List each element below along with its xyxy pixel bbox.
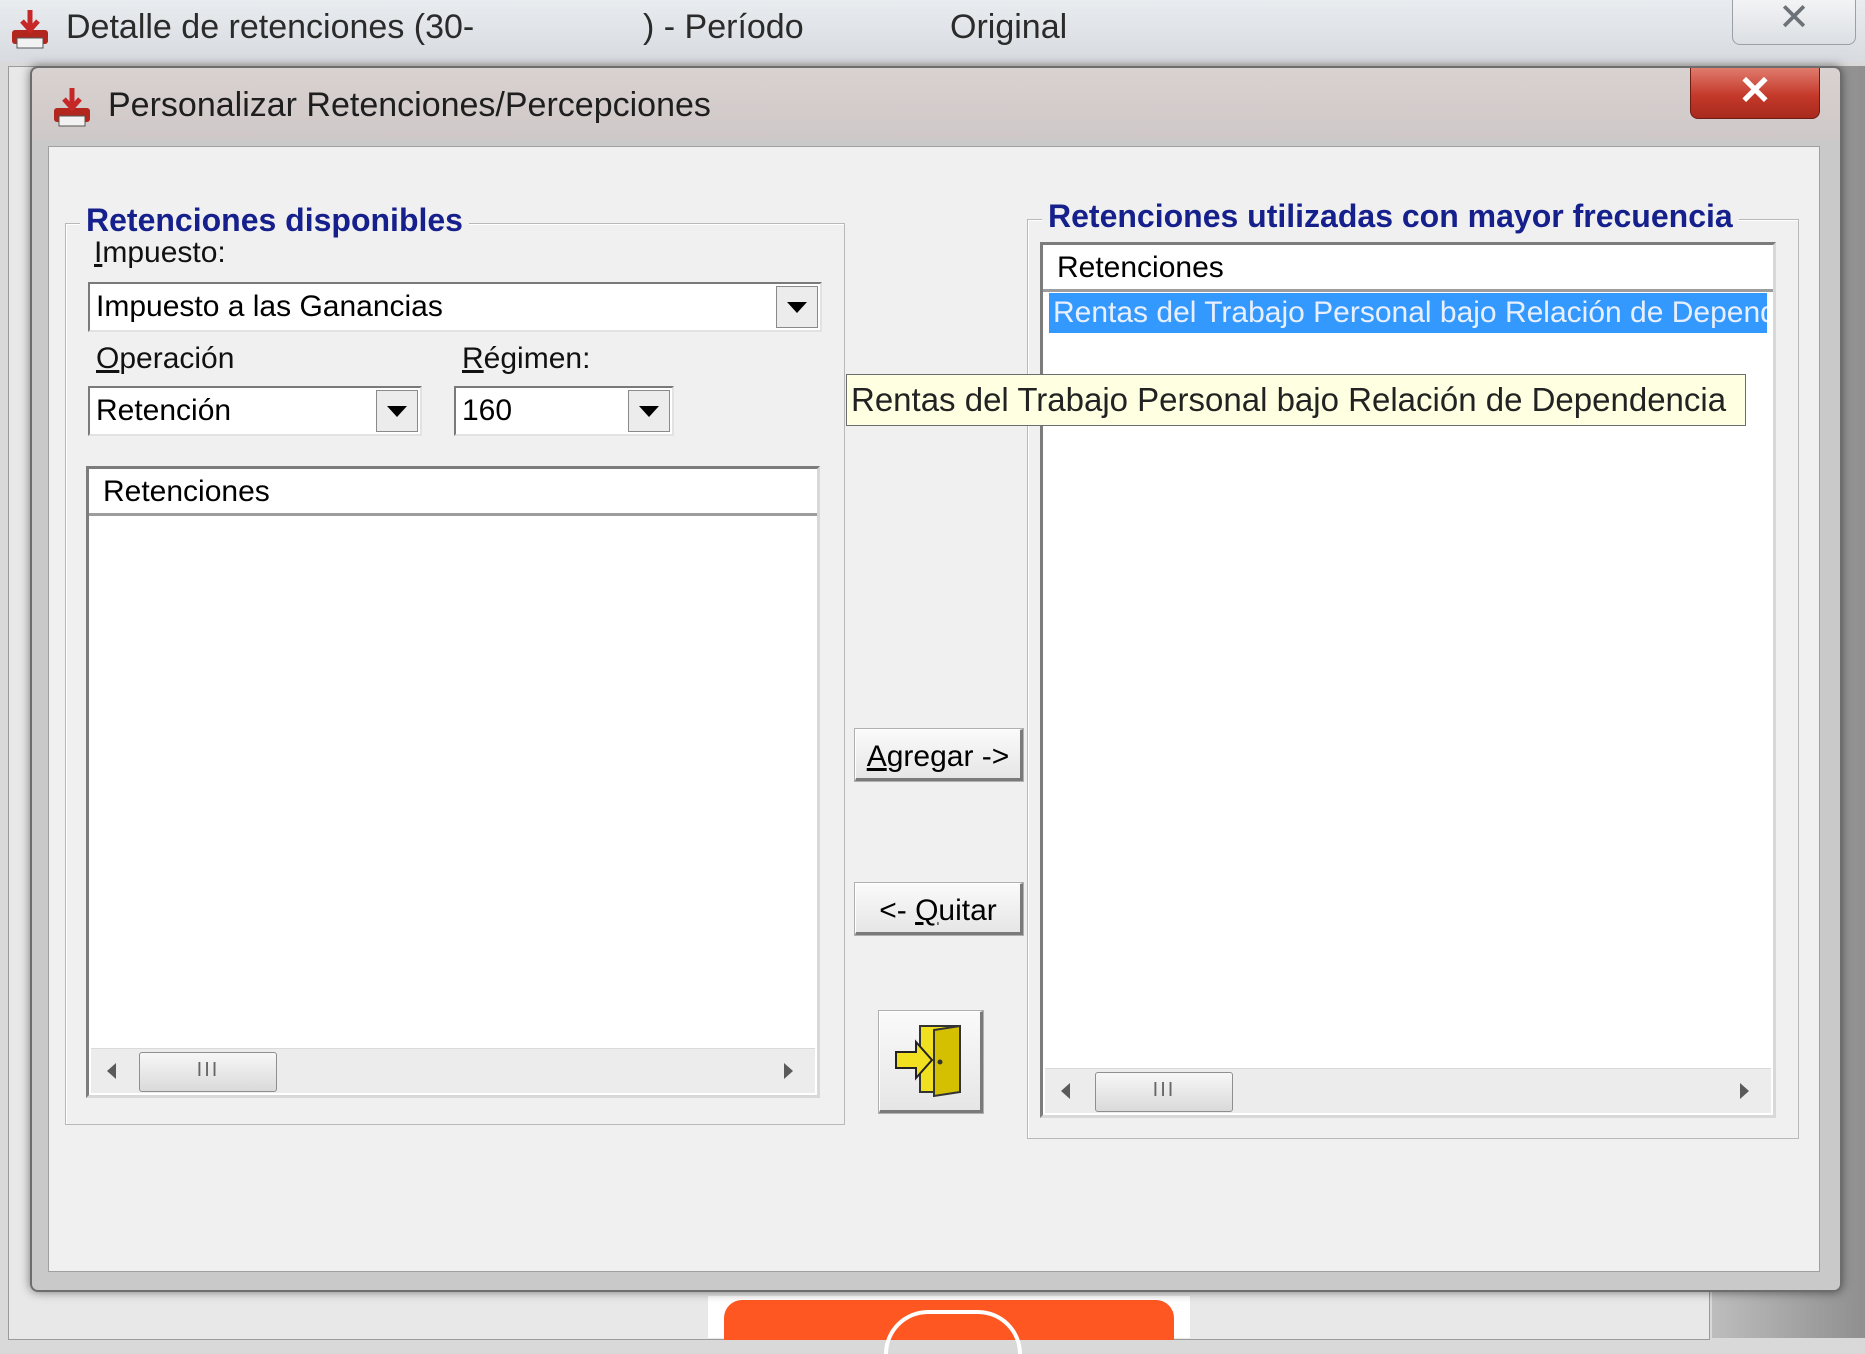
- regimen-select-value: 160: [462, 394, 513, 427]
- agregar-button[interactable]: Agregar ->: [854, 728, 1024, 782]
- outer-window-title-period: ) - Período: [643, 8, 804, 46]
- frequent-group-legend: Retenciones utilizadas con mayor frecuen…: [1042, 198, 1739, 235]
- close-icon: ✕: [1778, 0, 1810, 39]
- available-list[interactable]: Retenciones III: [86, 466, 820, 1098]
- regimen-select[interactable]: 160: [454, 386, 674, 436]
- scroll-left-icon[interactable]: [107, 1063, 116, 1079]
- regimen-label: Régimen:: [462, 342, 591, 375]
- outer-close-button[interactable]: ✕: [1732, 0, 1856, 45]
- quitar-button-label: <- Quitar: [879, 894, 997, 927]
- list-item[interactable]: Rentas del Trabajo Personal bajo Relació…: [1049, 293, 1767, 333]
- available-group-legend: Retenciones disponibles: [80, 202, 469, 239]
- printer-download-icon: [50, 86, 94, 130]
- dialog-close-button[interactable]: ✕: [1690, 68, 1820, 119]
- grip-icon: III: [1152, 1079, 1176, 1101]
- chevron-down-icon: [639, 406, 659, 417]
- impuesto-select[interactable]: Impuesto a las Ganancias: [88, 282, 822, 332]
- agregar-button-label: Agregar ->: [866, 740, 1010, 773]
- quitar-button[interactable]: <- Quitar: [854, 882, 1024, 936]
- dialog-title: Personalizar Retenciones/Percepciones: [108, 86, 711, 124]
- operacion-label: Operación: [96, 342, 235, 375]
- frequent-group: Retenciones utilizadas con mayor frecuen…: [1027, 198, 1799, 1139]
- scroll-right-icon[interactable]: [1740, 1083, 1749, 1099]
- frequent-list-header-label: Retenciones: [1057, 251, 1224, 284]
- scroll-thumb[interactable]: III: [1095, 1072, 1233, 1112]
- exit-button[interactable]: [878, 1010, 984, 1114]
- chevron-down-icon: [387, 406, 407, 417]
- outer-window-title: Detalle de retenciones (30-: [66, 8, 475, 46]
- logo-shape: [724, 1300, 1174, 1354]
- operacion-select[interactable]: Retención: [88, 386, 422, 436]
- personalizar-dialog: Personalizar Retenciones/Percepciones ✕ …: [30, 66, 1842, 1292]
- available-group: Retenciones disponibles Impuesto: Impues…: [65, 202, 845, 1125]
- outer-window-titlebar: Detalle de retenciones (30- ) - Período …: [0, 0, 1865, 62]
- logo-curve: [884, 1310, 1022, 1354]
- outer-window-title-status: Original: [950, 8, 1068, 46]
- tooltip: Rentas del Trabajo Personal bajo Relació…: [846, 374, 1746, 426]
- impuesto-select-value: Impuesto a las Ganancias: [96, 290, 443, 323]
- available-list-hscrollbar[interactable]: III: [91, 1048, 815, 1093]
- available-list-header[interactable]: Retenciones: [89, 469, 817, 516]
- regimen-dropdown-button[interactable]: [628, 390, 670, 432]
- exit-door-icon: [894, 1022, 966, 1106]
- close-icon: ✕: [1738, 69, 1772, 113]
- scroll-right-icon[interactable]: [784, 1063, 793, 1079]
- operacion-dropdown-button[interactable]: [376, 390, 418, 432]
- impuesto-label: Impuesto:: [94, 236, 226, 269]
- scroll-thumb[interactable]: III: [139, 1052, 277, 1092]
- frequent-list-header[interactable]: Retenciones: [1043, 245, 1773, 292]
- scroll-left-icon[interactable]: [1061, 1083, 1070, 1099]
- grip-icon: III: [196, 1059, 220, 1081]
- logo-banner: [708, 1296, 1190, 1354]
- available-list-header-label: Retenciones: [103, 475, 270, 508]
- operacion-select-value: Retención: [96, 394, 232, 427]
- impuesto-dropdown-button[interactable]: [776, 286, 818, 328]
- dialog-client-area: Retenciones disponibles Impuesto: Impues…: [48, 146, 1820, 1272]
- tooltip-text: Rentas del Trabajo Personal bajo Relació…: [851, 381, 1727, 418]
- list-item-label: Rentas del Trabajo Personal bajo Relació…: [1053, 296, 1767, 329]
- chevron-down-icon: [787, 302, 807, 313]
- frequent-list-hscrollbar[interactable]: III: [1045, 1068, 1771, 1113]
- printer-download-icon: [8, 8, 52, 52]
